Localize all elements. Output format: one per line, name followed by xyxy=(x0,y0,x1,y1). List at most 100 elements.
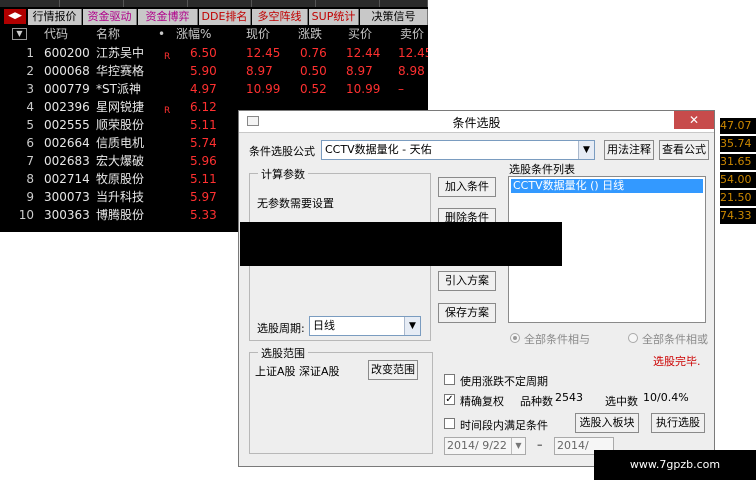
menu-seg[interactable] xyxy=(380,0,428,7)
dialog-titlebar[interactable]: 条件选股 ✕ xyxy=(239,111,714,133)
change-amount: 0.50 xyxy=(300,64,327,78)
condition-list-item[interactable]: CCTV数据量化 () 日线 xyxy=(511,179,703,193)
radio-all-or[interactable] xyxy=(628,333,638,343)
row-index: 5 xyxy=(26,118,34,132)
change-pct: 5.11 xyxy=(190,172,217,186)
add-condition-button[interactable]: 加入条件 xyxy=(438,177,496,197)
dialog-title: 条件选股 xyxy=(452,116,501,130)
screenshot-root: ◀▶ 行情报价 资金驱动 资金博弈 DDE排名 多空阵线 SUP统计 决策信号 … xyxy=(0,0,756,487)
row-index: 10 xyxy=(18,208,34,222)
change-amount: 0.52 xyxy=(300,82,327,96)
row-index: 4 xyxy=(26,100,34,114)
current-price: 12.45 xyxy=(246,46,281,60)
change-range-button[interactable]: 改变范围 xyxy=(368,360,418,380)
stock-code: 002683 xyxy=(44,154,90,168)
row-index: 3 xyxy=(26,82,34,96)
tab-long-short[interactable]: 多空阵线 xyxy=(252,9,308,25)
date-from-value: 2014/ 9/22 xyxy=(447,439,507,452)
close-button[interactable]: ✕ xyxy=(674,111,714,129)
header-bid[interactable]: 买价 xyxy=(348,26,372,43)
stock-name: 博腾股份 xyxy=(96,208,145,222)
change-pct: 5.90 xyxy=(190,64,217,78)
current-price: 8.97 xyxy=(246,64,273,78)
formula-select[interactable]: CCTV数据量化 - 天佑 ▼ xyxy=(321,140,595,160)
header-change-pct[interactable]: 涨幅% xyxy=(176,26,211,43)
top-menu-strip xyxy=(0,0,428,7)
bid-price: 10.99 xyxy=(346,82,381,96)
menu-seg[interactable] xyxy=(124,0,188,7)
period-satisfy-checkbox[interactable] xyxy=(444,418,455,429)
menu-seg[interactable] xyxy=(60,0,124,7)
add-to-block-button[interactable]: 选股入板块 xyxy=(575,413,639,433)
stock-code: 000068 xyxy=(44,64,90,78)
tab-scroll-arrows-icon[interactable]: ◀▶ xyxy=(4,9,26,24)
stock-code: 002714 xyxy=(44,172,90,186)
variety-count-label: 品种数 xyxy=(520,395,553,408)
period-satisfy-label: 时间段内满足条件 xyxy=(460,419,548,432)
table-header: ▼ 代码 名称 • 涨幅% 现价 涨跌 买价 卖价 xyxy=(0,26,428,43)
change-pct: 4.97 xyxy=(190,82,217,96)
selected-count-value: 10/0.4% xyxy=(643,391,689,404)
header-change[interactable]: 涨跌 xyxy=(298,26,322,43)
header-name[interactable]: 名称 xyxy=(96,26,120,43)
condition-stock-picker-dialog: 条件选股 ✕ 条件选股公式 CCTV数据量化 - 天佑 ▼ 用法注释 查看公式 … xyxy=(238,110,715,467)
chevron-down-icon[interactable]: ▼ xyxy=(404,317,420,335)
stock-code: 002555 xyxy=(44,118,90,132)
menu-seg[interactable] xyxy=(188,0,252,7)
date-separator: – xyxy=(537,438,543,451)
tab-dde-rank[interactable]: DDE排名 xyxy=(199,9,251,25)
stock-code: 002396 xyxy=(44,100,90,114)
sort-dropdown-icon[interactable]: ▼ xyxy=(12,28,27,40)
edge-value: 74.33 xyxy=(720,208,756,224)
quote-tab-bar: ◀▶ 行情报价 资金驱动 资金博弈 DDE排名 多空阵线 SUP统计 决策信号 xyxy=(0,8,428,26)
stock-name: 信质电机 xyxy=(96,136,145,150)
header-ask[interactable]: 卖价 xyxy=(400,26,424,43)
tab-quote[interactable]: 行情报价 xyxy=(28,9,82,25)
edge-value: 35.74 xyxy=(720,136,756,152)
chevron-down-icon[interactable]: ▼ xyxy=(578,141,594,159)
change-pct: 6.12 xyxy=(190,100,217,114)
condition-list-label: 选股条件列表 xyxy=(509,163,575,176)
menu-seg[interactable] xyxy=(0,0,60,7)
row-index: 7 xyxy=(26,154,34,168)
table-row[interactable]: 2 000068 华控赛格 5.90 8.97 0.50 8.97 8.98 xyxy=(0,62,428,80)
tab-sup-stats[interactable]: SUP统计 xyxy=(309,9,359,25)
header-code[interactable]: 代码 xyxy=(44,26,68,43)
menu-seg[interactable] xyxy=(252,0,316,7)
params-group-title: 计算参数 xyxy=(258,166,308,182)
table-row[interactable]: 3 000779 *ST派神 4.97 10.99 0.52 10.99 – xyxy=(0,80,428,98)
row-index: 9 xyxy=(26,190,34,204)
use-volatile-period-label: 使用涨跌不定周期 xyxy=(460,375,548,388)
period-select[interactable]: 日线 ▼ xyxy=(309,316,421,336)
bid-price: 8.97 xyxy=(346,64,373,78)
change-amount: 0.76 xyxy=(300,46,327,60)
view-formula-button[interactable]: 查看公式 xyxy=(659,140,709,160)
menu-seg[interactable] xyxy=(316,0,380,7)
header-price[interactable]: 现价 xyxy=(246,26,270,43)
date-from-picker[interactable]: 2014/ 9/22 ▼ xyxy=(444,437,526,455)
tab-capital-drive[interactable]: 资金驱动 xyxy=(83,9,137,25)
radio-all-and[interactable] xyxy=(510,333,520,343)
stock-name: 宏大爆破 xyxy=(96,154,145,168)
use-volatile-period-checkbox[interactable] xyxy=(444,374,455,385)
import-scheme-button[interactable]: 引入方案 xyxy=(438,271,496,291)
formula-select-value: CCTV数据量化 - 天佑 xyxy=(325,143,432,156)
tab-capital-game[interactable]: 资金博弈 xyxy=(138,9,198,25)
chevron-down-icon[interactable]: ▼ xyxy=(511,438,525,454)
row-index: 1 xyxy=(26,46,34,60)
range-value: 上证A股 深证A股 xyxy=(255,365,340,378)
stock-name: 当升科技 xyxy=(96,190,145,204)
table-row[interactable]: 1600200江苏吴中R6.5012.450.7612.4412.45 xyxy=(0,44,428,62)
stock-name: 华控赛格 xyxy=(96,64,145,78)
current-price: 10.99 xyxy=(246,82,281,96)
change-pct: 5.33 xyxy=(190,208,217,222)
stock-code: 002664 xyxy=(44,136,90,150)
edge-value: 54.00 xyxy=(720,172,756,188)
stock-name: 星网锐捷 xyxy=(96,100,145,114)
precise-adjust-checkbox[interactable]: ✓ xyxy=(444,394,455,405)
edge-value: 47.07 xyxy=(720,118,756,134)
usage-notes-button[interactable]: 用法注释 xyxy=(604,140,654,160)
save-scheme-button[interactable]: 保存方案 xyxy=(438,303,496,323)
tab-decision-signal[interactable]: 决策信号 xyxy=(360,9,428,25)
execute-pick-button[interactable]: 执行选股 xyxy=(651,413,705,433)
